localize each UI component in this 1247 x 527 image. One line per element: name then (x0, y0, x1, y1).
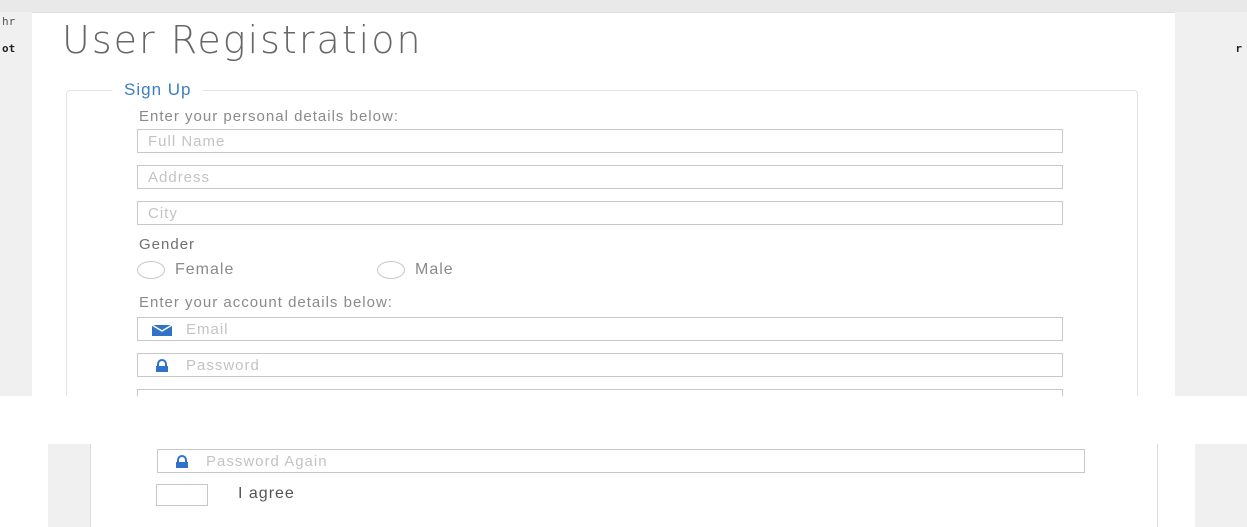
address-field[interactable] (137, 165, 1063, 189)
lock-icon (176, 455, 188, 468)
city-input[interactable] (138, 202, 1062, 224)
right-side-panel-lower (1195, 444, 1247, 527)
account-details-label: Enter your account details below: (139, 294, 393, 311)
radio-circle[interactable] (137, 261, 165, 279)
left-panel-text-top: hr (2, 15, 16, 28)
right-side-panel: r (1175, 12, 1247, 396)
gender-label: Gender (139, 236, 196, 253)
password-again-field[interactable] (157, 449, 1085, 473)
fieldset-left-border (90, 444, 91, 527)
password-input[interactable] (138, 354, 1062, 376)
radio-circle[interactable] (377, 261, 405, 279)
browser-top-strip (0, 0, 1247, 13)
full-name-field[interactable] (137, 129, 1063, 153)
gender-male-label: Male (415, 261, 454, 278)
address-input[interactable] (138, 166, 1062, 188)
fieldset-right-border (1157, 444, 1158, 527)
email-field[interactable] (137, 317, 1063, 341)
left-side-panel: hr ot (0, 12, 32, 396)
city-field[interactable] (137, 201, 1063, 225)
lock-icon (156, 359, 168, 372)
registration-page: hr ot r User Registration Sign Up Enter … (0, 0, 1247, 527)
page-title: User Registration (62, 18, 423, 62)
agree-label: I agree (238, 485, 295, 502)
password-field[interactable] (137, 353, 1063, 377)
envelope-icon (152, 324, 172, 336)
right-panel-text: r (1235, 42, 1242, 55)
gender-female-label: Female (175, 261, 235, 278)
personal-details-label: Enter your personal details below: (139, 108, 399, 125)
password-again-input[interactable] (158, 450, 1084, 472)
full-name-input[interactable] (138, 130, 1062, 152)
left-side-panel-lower (48, 444, 90, 527)
screenshot-gap (0, 396, 1247, 444)
left-panel-text-mid: ot (2, 42, 16, 55)
password-field-cutoff (137, 389, 1063, 396)
signup-legend: Sign Up (112, 80, 204, 100)
email-input[interactable] (138, 318, 1062, 340)
agree-checkbox[interactable] (156, 484, 208, 506)
